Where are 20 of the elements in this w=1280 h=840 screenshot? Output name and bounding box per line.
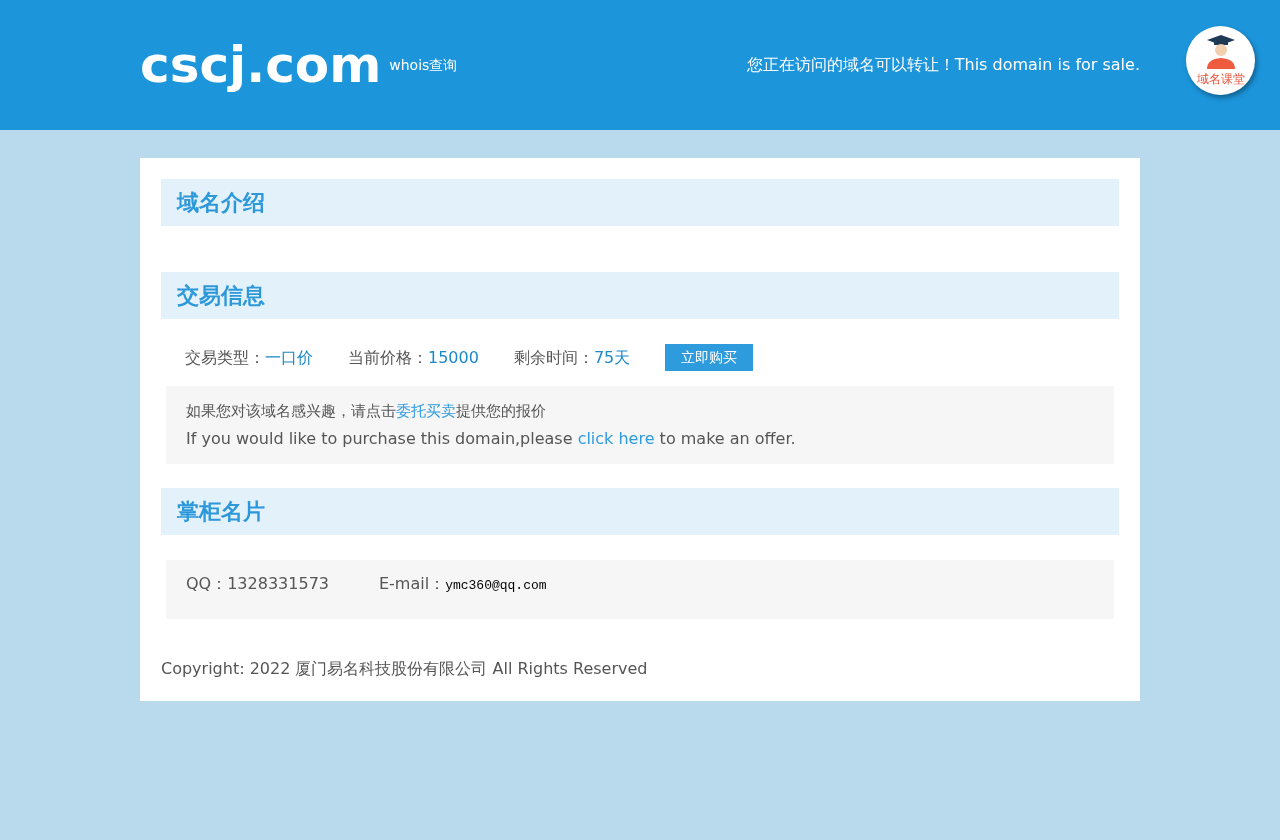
- offer-link[interactable]: click here: [577, 429, 655, 448]
- offer-text: If you would like to purchase this domain,please click here to make an offer.: [186, 428, 797, 450]
- site-logo[interactable]: cscj.com: [140, 40, 382, 90]
- section-title: 域名介绍: [161, 179, 1119, 226]
- copyright-text: Copyright: 2022 厦门易名科技股份有限公司 All Rights Reserved: [161, 658, 649, 680]
- trade-field: 剩余时间：75天: [513, 345, 631, 370]
- whois-link[interactable]: whois查询: [389, 54, 458, 76]
- buy-now-button[interactable]: 立即购买: [665, 344, 754, 371]
- contact-info: E-mail：ymc360@qq.com: [379, 573, 547, 595]
- contact-info: QQ：1328331573: [186, 573, 329, 595]
- badge-label: 域名课堂: [1196, 70, 1245, 88]
- section-title: 掌柜名片: [161, 488, 1119, 535]
- offer-text: 如果您对该域名感兴趣，请点击委托买卖提供您的报价: [186, 401, 547, 422]
- course-badge[interactable]: 域名课堂: [1186, 26, 1255, 95]
- offer-link[interactable]: 委托买卖: [396, 402, 456, 420]
- trade-field: 当前价格：15000: [348, 345, 479, 370]
- section-title: 交易信息: [161, 272, 1119, 319]
- trade-field: 交易类型：一口价: [185, 345, 313, 370]
- student-icon: [1205, 33, 1236, 70]
- sale-notice: 您正在访问的域名可以转让！This domain is for sale.: [746, 54, 1140, 76]
